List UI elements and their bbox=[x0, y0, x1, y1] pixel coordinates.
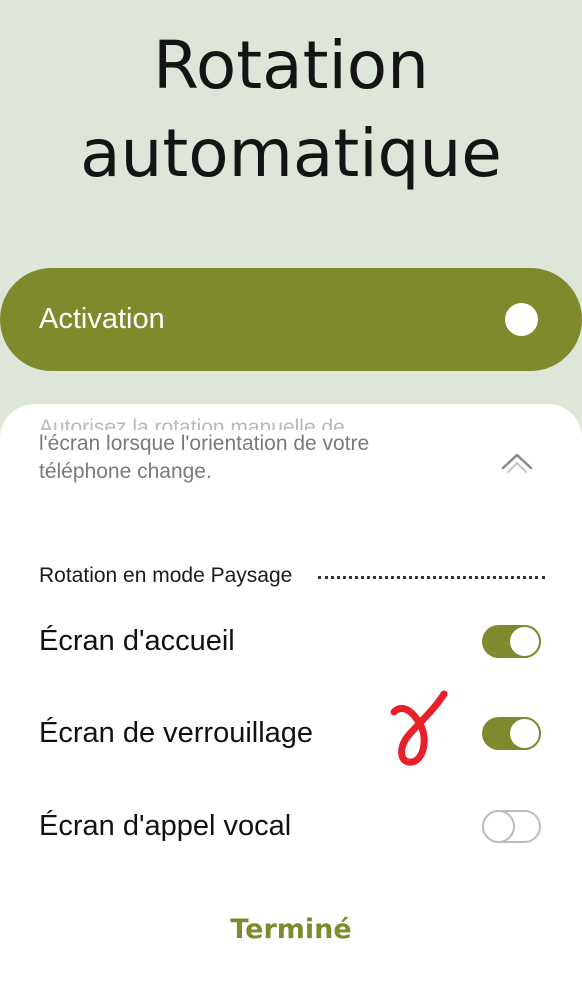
row-voice-call-screen[interactable]: Écran d'appel vocal bbox=[39, 796, 541, 856]
screen: Rotation automatique Activation Autorise… bbox=[0, 0, 582, 999]
toggle-thumb bbox=[482, 809, 515, 843]
page-title: Rotation automatique bbox=[0, 22, 582, 198]
row-label: Écran d'appel vocal bbox=[39, 809, 292, 842]
page-title-line1: Rotation bbox=[152, 27, 430, 104]
toggle-thumb bbox=[508, 716, 541, 750]
toggle-thumb bbox=[508, 624, 541, 658]
page-title-line2: automatique bbox=[80, 115, 502, 192]
voice-call-screen-toggle[interactable] bbox=[482, 809, 541, 843]
home-screen-toggle[interactable] bbox=[482, 624, 541, 658]
activation-switch[interactable]: Activation bbox=[0, 268, 582, 371]
row-home-screen[interactable]: Écran d'accueil bbox=[39, 611, 541, 671]
description-partial-line: Autorisez la rotation manuelle de bbox=[39, 416, 345, 430]
activation-label: Activation bbox=[39, 303, 165, 335]
activation-switch-thumb bbox=[505, 303, 538, 336]
description: Autorisez la rotation manuelle de l'écra… bbox=[39, 416, 439, 486]
section-header: Rotation en mode Paysage bbox=[39, 564, 545, 588]
row-label: Écran de verrouillage bbox=[39, 716, 314, 749]
options-sheet: Autorisez la rotation manuelle de l'écra… bbox=[0, 404, 582, 999]
row-lock-screen[interactable]: Écran de verrouillage bbox=[39, 703, 541, 763]
row-label: Écran d'accueil bbox=[39, 624, 235, 657]
red-annotation-mark bbox=[390, 690, 448, 766]
chevron-up-icon bbox=[501, 453, 533, 473]
section-divider bbox=[318, 575, 545, 579]
lock-screen-toggle[interactable] bbox=[482, 716, 541, 750]
collapse-button[interactable] bbox=[500, 450, 534, 474]
description-line2: téléphone change. bbox=[39, 460, 212, 483]
section-title: Rotation en mode Paysage bbox=[39, 564, 293, 587]
description-line1: l'écran lorsque l'orientation de votre bbox=[39, 432, 370, 455]
done-button[interactable]: Terminé bbox=[0, 914, 582, 945]
